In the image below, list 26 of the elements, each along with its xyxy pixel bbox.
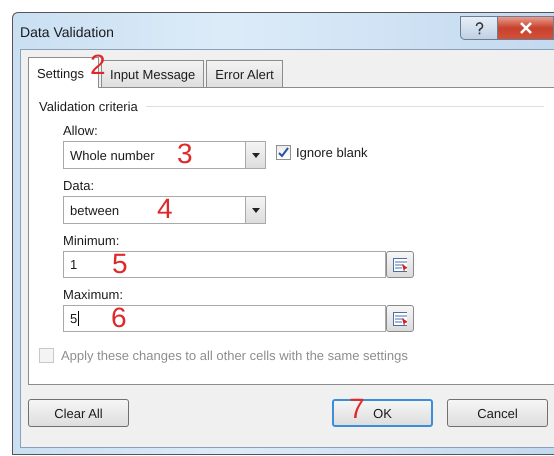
dialog-button[interactable]: Clear All xyxy=(28,399,129,427)
range-select-button[interactable] xyxy=(386,251,414,278)
group-title: Validation criteria xyxy=(39,99,138,114)
help-icon xyxy=(474,22,484,34)
close-icon xyxy=(518,22,532,34)
caret-icon xyxy=(252,208,260,212)
close-button[interactable] xyxy=(498,16,554,40)
checkbox-label: Ignore blank xyxy=(296,144,368,160)
help-button[interactable] xyxy=(460,16,498,40)
annotation-number: 3 xyxy=(177,140,193,168)
field-label: Data: xyxy=(63,178,96,193)
annotation-number: 6 xyxy=(111,304,127,332)
annotation-number: 4 xyxy=(157,195,173,223)
annotation-number: 5 xyxy=(112,250,128,278)
field-label: Minimum: xyxy=(63,233,120,248)
tab[interactable]: Error Alert xyxy=(206,60,283,87)
grid-arrow-icon xyxy=(393,258,407,272)
checkbox[interactable] xyxy=(276,144,291,160)
field-label: Allow: xyxy=(63,123,99,138)
field-label: Maximum: xyxy=(63,287,124,302)
window-title: Data Validation xyxy=(20,24,115,40)
range-select-button[interactable] xyxy=(386,305,414,332)
grid-arrow-icon xyxy=(393,312,407,326)
dialog-button[interactable]: Cancel xyxy=(447,399,548,427)
caret-icon xyxy=(252,152,260,158)
checkbox-label: Apply these changes to all other cells with the same settings xyxy=(61,348,408,363)
